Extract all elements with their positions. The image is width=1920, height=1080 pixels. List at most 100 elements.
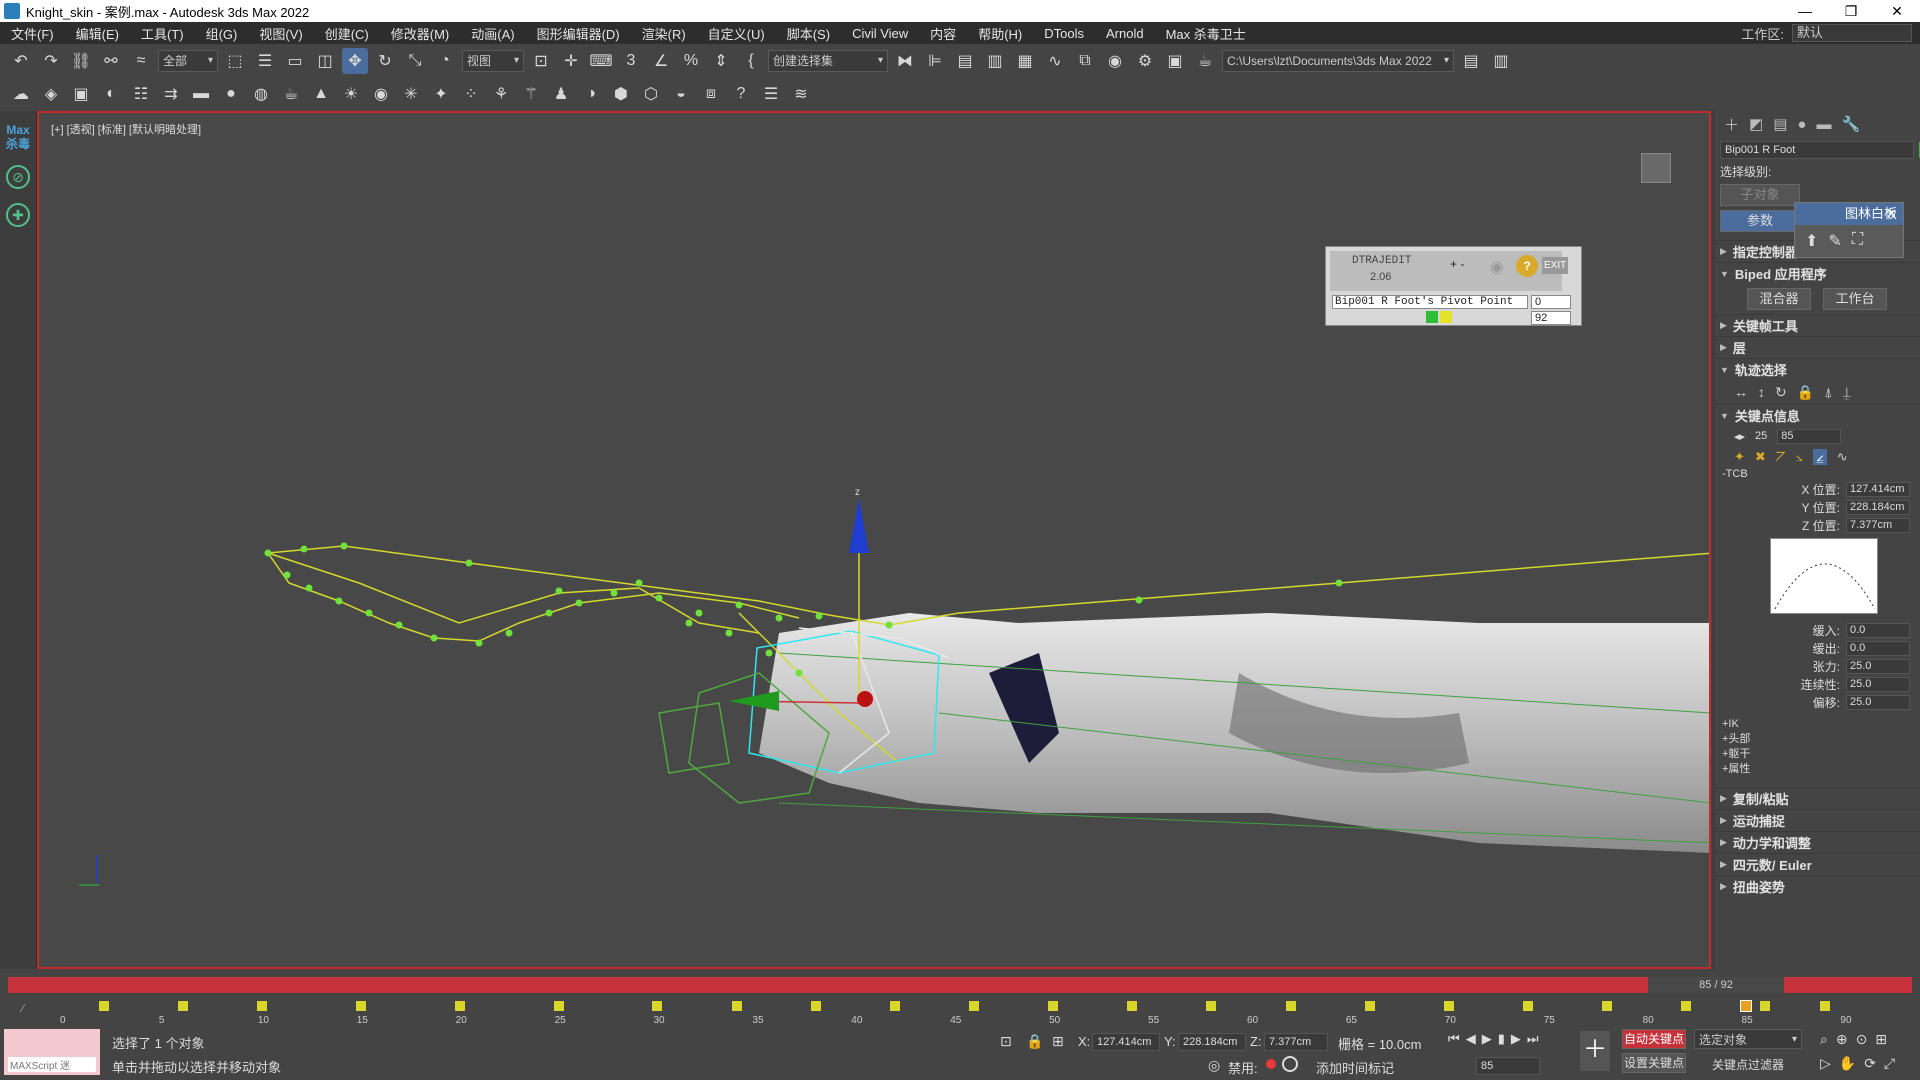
trajectory-key[interactable] (545, 609, 553, 617)
layer-icon[interactable]: ☷ (128, 81, 154, 107)
select-manipulate-icon[interactable]: ✛ (558, 48, 584, 74)
keyframe[interactable] (1364, 1001, 1375, 1011)
select-by-name-icon[interactable]: ☰ (252, 48, 278, 74)
rollout-dynamics[interactable]: ▶ 动力学和调整 (1714, 831, 1920, 853)
popup-close-icon[interactable]: ✕ (1886, 203, 1897, 225)
keyframe[interactable] (731, 1001, 742, 1011)
schematic-view-icon[interactable]: ⧉ (1072, 48, 1098, 74)
workspace-dropdown[interactable]: 默认 (1792, 24, 1912, 42)
spinner-snap-icon[interactable]: ⇕ (708, 48, 734, 74)
redo-icon[interactable]: ↷ (38, 48, 64, 74)
keyframe[interactable] (454, 1001, 465, 1011)
x-pos-field[interactable]: 127.414cm (1846, 481, 1910, 497)
geosphere-icon[interactable]: ◍ (248, 81, 274, 107)
box-icon[interactable]: ▬ (188, 81, 214, 107)
rollout-track-select[interactable]: ▼ 轨迹选择 (1714, 358, 1920, 380)
keyframe[interactable] (1048, 1001, 1059, 1011)
perspective-viewport[interactable]: [+] [透视] [标准] [默认明暗处理] z (37, 111, 1711, 969)
space-warp-icon[interactable]: ✦ (428, 81, 454, 107)
minimize-button[interactable]: — (1782, 3, 1828, 20)
keyframe[interactable] (1760, 1001, 1771, 1011)
keyframe[interactable] (1206, 1001, 1217, 1011)
keyframe[interactable] (1681, 1001, 1692, 1011)
dtrajedit-end-field[interactable]: 92 (1531, 311, 1571, 325)
trajectory-key[interactable] (305, 584, 313, 592)
track-bar[interactable]: 0 5 10 15 20 25 30 35 40 45 50 55 60 65 70 75 80 85 90 (60, 999, 1884, 1026)
ref-coord-dropdown[interactable]: 视图 (462, 49, 524, 72)
time-slider-thumb[interactable]: 85 / 92 (1648, 977, 1784, 993)
helper-icon[interactable]: ✳ (398, 81, 424, 107)
rotate-icon[interactable]: ↻ (372, 48, 398, 74)
body-horizontal-icon[interactable]: ↔ (1734, 384, 1748, 400)
menu-item[interactable]: 脚本(S) (776, 24, 841, 43)
tension-field[interactable]: 25.0 (1846, 658, 1910, 674)
keyboard-shortcut-icon[interactable]: ⌨ (588, 48, 614, 74)
display-icon[interactable]: ◐ (98, 81, 124, 107)
dtrajedit-key-icon[interactable]: + - (1450, 257, 1464, 271)
biped-icon[interactable]: ♟ (548, 81, 574, 107)
render-frame-icon[interactable]: ▣ (1162, 48, 1188, 74)
trajectory-key[interactable] (365, 609, 373, 617)
set-free-key-icon[interactable]: ⦤ (1813, 449, 1827, 465)
y-coord-field[interactable]: 228.184cm (1178, 1033, 1246, 1051)
rollout-key-info[interactable]: ▼ 关键点信息 (1714, 404, 1920, 426)
display-tab-icon[interactable]: ▬ (1816, 116, 1831, 133)
z-coord-field[interactable]: 7.377cm (1264, 1033, 1328, 1051)
continuity-field[interactable]: 25.0 (1846, 676, 1910, 692)
current-frame-field[interactable]: 85 (1476, 1057, 1540, 1075)
playback-controls[interactable]: ⏮◀▶▮▶⏭ (1448, 1031, 1545, 1047)
delete-key-icon[interactable]: ✖ (1755, 449, 1766, 465)
trajectory-key[interactable] (335, 597, 343, 605)
trajectory-key[interactable] (300, 545, 308, 553)
rollout-biped-app[interactable]: ▼ Biped 应用程序 (1714, 262, 1920, 284)
bind-spacewarp-icon[interactable]: ≈ (128, 48, 154, 74)
layer-explorer-icon[interactable]: ▥ (982, 48, 1008, 74)
project-folder-dropdown[interactable]: C:\Users\lzt\Documents\3ds Max 2022 (1222, 49, 1454, 72)
trajectory-key[interactable] (430, 634, 438, 642)
menu-item[interactable]: 文件(F) (0, 24, 65, 43)
selected-object-dropdown[interactable]: 选定对象 (1694, 1029, 1802, 1050)
snapshot-icon[interactable]: ◒ (668, 81, 694, 107)
trajectory-key[interactable] (264, 549, 272, 557)
set-planted-key-icon[interactable]: ⦢ (1776, 449, 1786, 465)
select-object-icon[interactable]: ⬚ (222, 48, 248, 74)
trajectory-key[interactable] (465, 559, 473, 567)
render-icon[interactable]: ☕ (1192, 48, 1218, 74)
scale-icon[interactable]: ⤡ (402, 48, 428, 74)
body-rotation-icon[interactable]: ↻ (1775, 384, 1787, 401)
bone-icon[interactable]: ⚚ (518, 81, 544, 107)
trajectory-key[interactable] (775, 614, 783, 622)
sphere-icon[interactable]: ● (218, 81, 244, 107)
lock-selection-icon[interactable]: 🔒 (1026, 1033, 1043, 1050)
absolute-mode-icon[interactable]: ⊞ (1052, 1033, 1064, 1050)
dynamics-icon[interactable]: ⚘ (488, 81, 514, 107)
maxscript-listener[interactable]: MAXScript 迷 (4, 1029, 100, 1075)
menu-item[interactable]: 帮助(H) (967, 24, 1033, 43)
keyframe[interactable] (889, 1001, 900, 1011)
texture-icon[interactable]: ⬡ (638, 81, 664, 107)
record-icon[interactable] (1266, 1059, 1276, 1069)
add-time-tag[interactable]: 添加时间标记 (1316, 1058, 1394, 1077)
ribbon-icon[interactable]: ▦ (1012, 48, 1038, 74)
hierarchy-icon[interactable]: ⇉ (158, 81, 184, 107)
teapot-icon[interactable]: ☁ (8, 81, 34, 107)
selected-keyframe[interactable] (1739, 1000, 1752, 1012)
menu-item[interactable]: 创建(C) (314, 24, 380, 43)
body-section[interactable]: +躯干 (1722, 747, 1920, 762)
material-editor-icon[interactable]: ◉ (1102, 48, 1128, 74)
particles-icon[interactable]: ⁘ (458, 81, 484, 107)
figure-frame-icon[interactable]: ⛶ (1852, 231, 1863, 251)
keyframe[interactable] (1602, 1001, 1613, 1011)
environment-icon[interactable]: ◈ (38, 81, 64, 107)
symmetrical-icon[interactable]: ⍋ (1824, 384, 1832, 401)
props-section[interactable]: +属性 (1722, 762, 1920, 777)
trajectory-key[interactable] (685, 619, 693, 627)
menu-item[interactable]: 组(G) (195, 24, 249, 43)
trajectory-key[interactable] (1335, 579, 1343, 587)
trajectory-toggle-icon[interactable]: ∿ (1837, 449, 1848, 465)
shield-icon[interactable]: ✚ (6, 203, 30, 227)
create-tab-icon[interactable]: ＋ (1724, 114, 1739, 135)
angle-snap-icon[interactable]: ∠ (648, 48, 674, 74)
keyframe[interactable] (98, 1001, 109, 1011)
menu-item[interactable]: DTools (1033, 26, 1095, 41)
